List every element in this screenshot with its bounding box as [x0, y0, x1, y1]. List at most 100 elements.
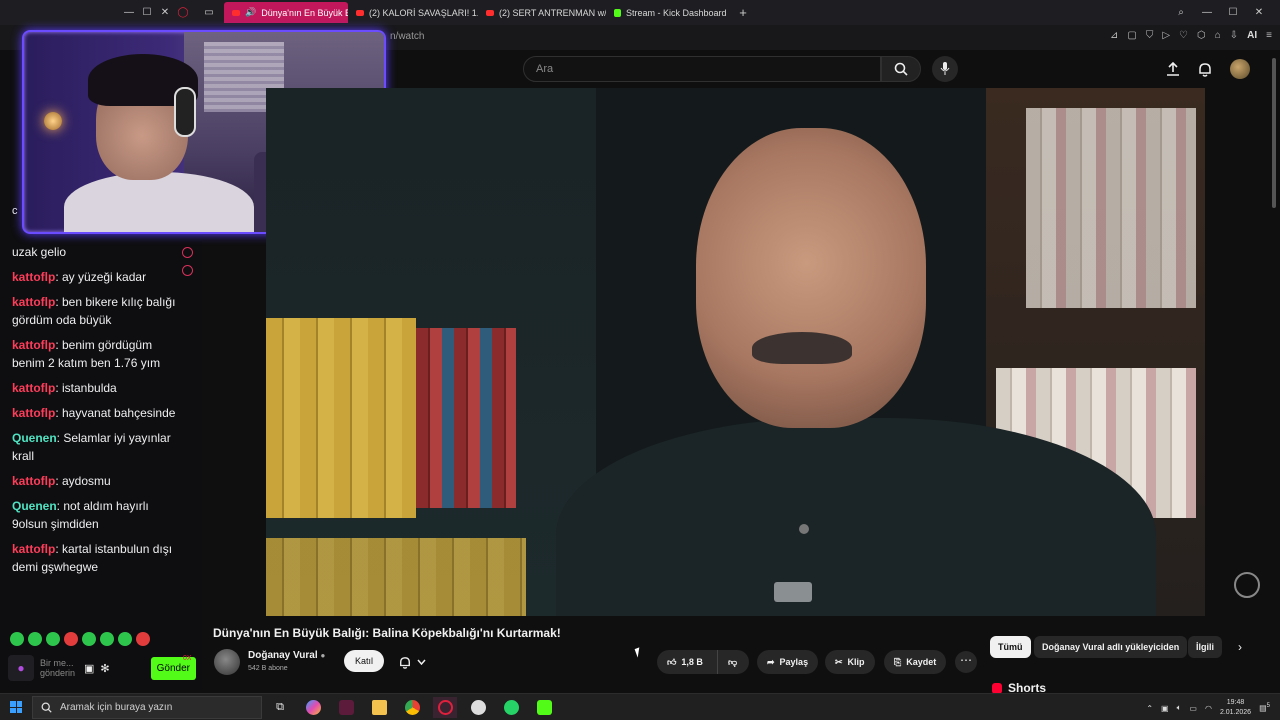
channel-name-text: Doğanay Vural — [248, 650, 318, 661]
voice-search-button[interactable] — [932, 56, 958, 82]
upload-icon[interactable] — [1166, 62, 1180, 76]
chrome-icon[interactable] — [400, 697, 424, 718]
gear-icon[interactable]: ✻ — [100, 662, 109, 675]
subscription-bell-button[interactable] — [388, 650, 436, 674]
emote-icon[interactable] — [28, 632, 42, 646]
gift-icon[interactable]: ▣ — [84, 662, 94, 675]
windows-start-icon[interactable] — [10, 701, 22, 713]
notifications-bell-icon[interactable] — [1198, 62, 1212, 77]
battery-icon[interactable]: ▭ — [1189, 704, 1197, 713]
play-icon[interactable]: ▷ — [1162, 30, 1170, 41]
chip-from-uploader[interactable]: Doğanay Vural adlı yükleyiciden — [1034, 636, 1188, 658]
opera-icon[interactable]: ◯ — [174, 7, 192, 18]
app-dark-icon[interactable] — [466, 697, 490, 718]
search-button[interactable] — [881, 56, 921, 82]
tab-kalori[interactable]: (2) KALORİ SAVAŞLARI! 1.0 — [348, 2, 478, 23]
chat-username[interactable]: kattoflp — [12, 270, 55, 284]
new-tab-button[interactable]: + — [734, 5, 752, 20]
tab-antrenman[interactable]: (2) SERT ANTRENMAN w/ — [478, 2, 606, 23]
emote-icon[interactable] — [100, 632, 114, 646]
chat-username[interactable]: kattoflp — [12, 542, 55, 556]
menu-icon[interactable]: ≡ — [1266, 30, 1272, 41]
whatsapp-icon[interactable] — [499, 697, 523, 718]
download-icon[interactable]: ⇩ — [1230, 30, 1238, 41]
taskbar-clock[interactable]: 19:48 2.01.2026 — [1220, 698, 1251, 718]
chevron-right-icon[interactable]: › — [1238, 640, 1242, 654]
chat-username[interactable]: Quenen — [12, 499, 57, 513]
search-input[interactable]: Ara — [523, 56, 881, 82]
chat-username[interactable]: Quenen — [12, 431, 57, 445]
save-button[interactable]: ⎘ Kaydet — [884, 650, 947, 674]
extensions-icon[interactable]: ⬡ — [1197, 30, 1206, 41]
restore-icon[interactable]: ☐ — [138, 7, 156, 18]
emote-icon[interactable] — [10, 632, 24, 646]
share-button[interactable]: ➦ Paylaş — [757, 650, 819, 674]
chevron-up-icon[interactable]: ⌃ — [1146, 704, 1153, 713]
close-icon[interactable]: ✕ — [156, 7, 174, 18]
list-item: kattoflp: ay yüzeği kadar — [12, 268, 187, 286]
dislike-button[interactable]: 👎︎ — [717, 650, 749, 674]
channel-watermark-icon[interactable] — [1234, 572, 1260, 598]
page-scrollbar[interactable] — [1270, 50, 1278, 690]
reply-icon[interactable] — [182, 247, 193, 258]
chat-username[interactable]: kattoflp — [12, 338, 55, 352]
chip-all[interactable]: Tümü — [990, 636, 1031, 658]
chat-text: : istanbulda — [55, 381, 117, 395]
account-avatar[interactable] — [1230, 59, 1250, 79]
close-window-icon[interactable]: ✕ — [1250, 7, 1268, 18]
ai-icon[interactable]: AI — [1247, 30, 1257, 41]
taskbar-search-placeholder: Aramak için buraya yazın — [60, 702, 173, 713]
chat-username[interactable]: kattoflp — [12, 406, 55, 420]
emote-icon[interactable] — [64, 632, 78, 646]
emote-icon[interactable] — [118, 632, 132, 646]
shield-icon[interactable]: ⛉ — [1146, 30, 1154, 41]
minimize-window-icon[interactable]: — — [1198, 7, 1216, 18]
lock-icon[interactable]: ⌂ — [1215, 30, 1221, 41]
youtube-icon — [232, 9, 240, 16]
chat-username[interactable]: kattoflp — [12, 295, 55, 309]
scrollbar-thumb[interactable] — [1272, 58, 1276, 208]
speaker-body — [556, 418, 1156, 616]
join-button[interactable]: Katıl — [344, 650, 385, 672]
volume-icon[interactable]: 🔈︎ — [1177, 703, 1182, 713]
settings-icon[interactable] — [182, 265, 193, 276]
opera-gx-icon[interactable] — [433, 697, 457, 718]
video-player[interactable] — [266, 88, 1205, 616]
heart-icon[interactable]: ♡ — [1179, 30, 1188, 41]
emote-icon[interactable] — [46, 632, 60, 646]
copilot-icon[interactable] — [301, 697, 325, 718]
file-explorer-icon[interactable] — [367, 697, 391, 718]
tab-youtube-video[interactable]: 🔊 Dünya'nın En Büyük B — [224, 2, 348, 23]
emote-icon[interactable] — [136, 632, 150, 646]
chip-related[interactable]: İlgili — [1188, 636, 1222, 658]
like-button[interactable]: 👍︎ 1,8 B — [657, 650, 717, 674]
app-purple-icon[interactable] — [334, 697, 358, 718]
channel-name[interactable]: Doğanay Vural ● — [248, 650, 325, 661]
kick-app-icon[interactable] — [532, 697, 556, 718]
clip-button[interactable]: ✂ Klip — [825, 650, 875, 674]
tab-overview-icon[interactable]: ▭ — [200, 7, 218, 18]
taskbar-search-input[interactable]: Aramak için buraya yazın — [32, 696, 262, 719]
clip-label: Klip — [847, 657, 865, 667]
pin-icon[interactable]: ⊿ — [1110, 30, 1118, 41]
address-url[interactable]: n/watch — [390, 31, 424, 42]
snapshot-icon[interactable]: ▢ — [1127, 30, 1136, 41]
maximize-window-icon[interactable]: ☐ — [1224, 7, 1242, 18]
tab-kick-dashboard[interactable]: Stream - Kick Dashboard — [606, 2, 734, 23]
more-actions-button[interactable]: ⋯ — [955, 651, 977, 673]
chat-mic-button[interactable]: ● — [8, 655, 34, 681]
webcam-lamp — [44, 112, 62, 130]
chat-input[interactable]: Bir me... gönderin — [40, 658, 78, 678]
minimize-icon[interactable]: — — [120, 7, 138, 18]
chat-username[interactable]: kattoflp — [12, 381, 55, 395]
search-icon — [894, 62, 908, 76]
notification-icon[interactable]: ▤5 — [1259, 703, 1270, 713]
chat-username[interactable]: kattoflp — [12, 474, 55, 488]
network-icon[interactable]: ▣ — [1161, 704, 1169, 713]
like-count: 1,8 B — [681, 657, 703, 667]
channel-avatar[interactable] — [214, 649, 240, 675]
task-view-icon[interactable]: ⧉ — [268, 697, 292, 718]
emote-icon[interactable] — [82, 632, 96, 646]
wifi-icon[interactable]: ◠ — [1205, 704, 1212, 713]
search-tabs-icon[interactable]: ⌕ — [1172, 7, 1190, 18]
